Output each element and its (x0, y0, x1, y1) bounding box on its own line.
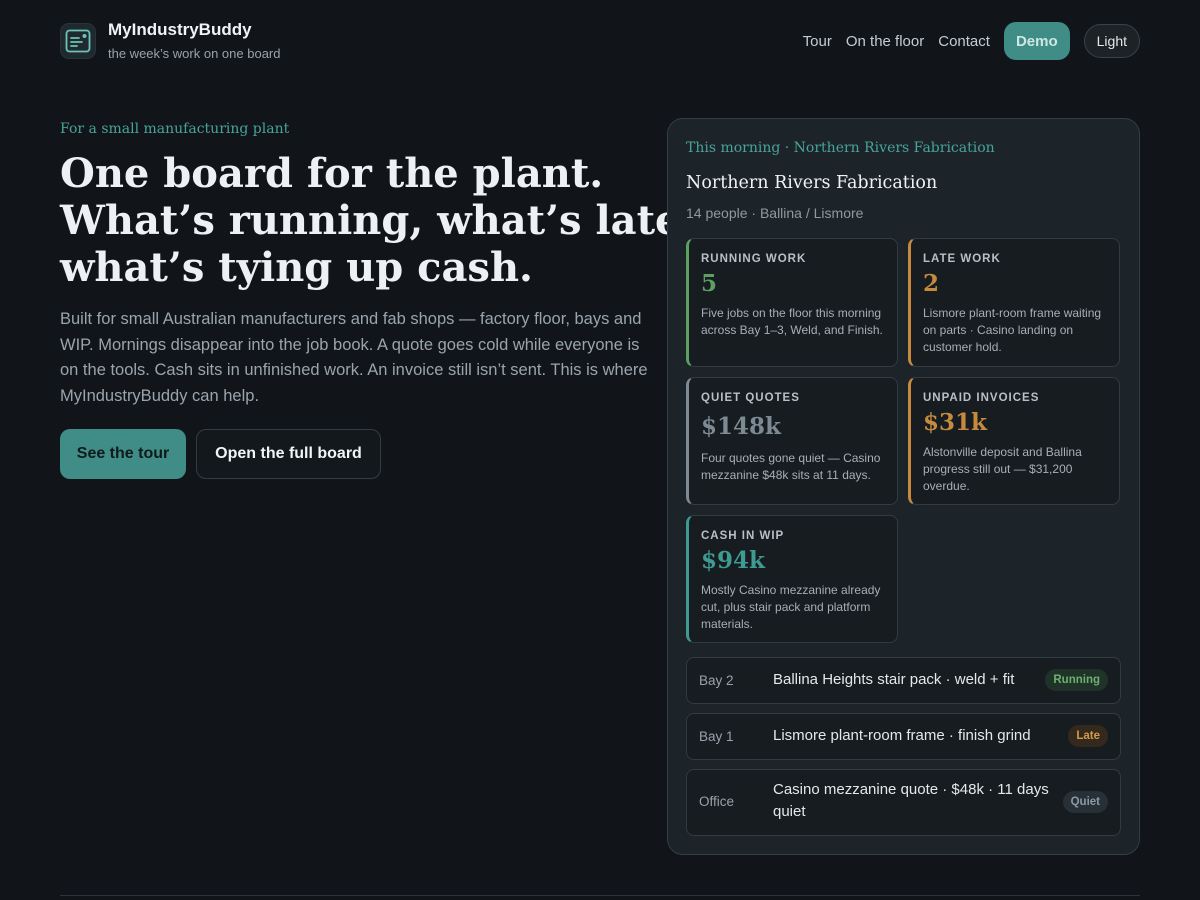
status-badge: Quiet (1062, 791, 1108, 813)
metric-card-running-work[interactable]: RUNNING WORK 5 Five jobs on the floor th… (686, 238, 898, 367)
open-board-button[interactable]: Open the full board (196, 429, 381, 479)
section-divider (60, 895, 1140, 896)
metric-card-cash-in-wip[interactable]: CASH IN WIP $94k Mostly Casino mezzanine… (686, 515, 898, 643)
nav-link-tour[interactable]: Tour (803, 33, 832, 50)
card-value: 2 (923, 270, 940, 297)
status-badge: Running (1045, 669, 1108, 691)
job-location: Bay 2 (699, 673, 734, 688)
nav-link-on-the-floor[interactable]: On the floor (846, 33, 924, 50)
job-description: Lismore plant-room frame · finish grind (773, 727, 1031, 744)
board-subtitle: 14 people · Ballina / Lismore (686, 205, 864, 221)
demo-button[interactable]: Demo (1003, 22, 1070, 60)
hero-headline: One board for the plant. What’s running,… (60, 150, 695, 291)
board-eyebrow: This morning · Northern Rivers Fabricati… (686, 140, 995, 156)
headline-line: What’s running, what’s late, (60, 197, 695, 244)
card-value: $31k (923, 409, 987, 436)
board-icon (65, 29, 91, 53)
brand-name[interactable]: MyIndustryBuddy (108, 20, 252, 40)
card-label: CASH IN WIP (701, 530, 785, 542)
logo[interactable] (60, 23, 96, 59)
board-preview-panel: This morning · Northern Rivers Fabricati… (667, 118, 1140, 855)
card-description: Four quotes gone quiet — Casino mezzanin… (701, 451, 881, 482)
card-description: Alstonville deposit and Ballina progress… (923, 445, 1082, 493)
job-description: Ballina Heights stair pack · weld + fit (773, 671, 1015, 688)
card-value: $94k (701, 547, 765, 574)
headline-line: what’s tying up cash. (60, 244, 533, 291)
job-description: Casino mezzanine quote · $48k · 11 days … (773, 781, 1049, 820)
card-label: QUIET QUOTES (701, 392, 800, 404)
theme-toggle-button[interactable]: Light (1083, 24, 1140, 58)
hero-description: Built for small Australian manufacturers… (60, 310, 648, 405)
job-location: Bay 1 (699, 729, 734, 744)
see-tour-button[interactable]: See the tour (60, 429, 186, 479)
status-badge: Late (1068, 725, 1108, 747)
card-value: 5 (701, 270, 718, 297)
headline-line: One board for the plant. (60, 150, 604, 197)
card-label: UNPAID INVOICES (923, 392, 1040, 404)
metric-card-quiet-quotes[interactable]: QUIET QUOTES $148k Four quotes gone quie… (686, 377, 898, 505)
card-description: Lismore plant-room frame waiting on part… (923, 306, 1102, 354)
card-label: LATE WORK (923, 253, 1001, 265)
card-value: $148k (701, 413, 781, 440)
job-row[interactable]: Bay 2 Ballina Heights stair pack · weld … (686, 657, 1121, 704)
site-header: MyIndustryBuddy the week’s work on one b… (60, 20, 1140, 61)
job-row[interactable]: Bay 1 Lismore plant-room frame · finish … (686, 713, 1121, 760)
job-location: Office (699, 794, 735, 809)
hero-eyebrow: For a small manufacturing plant (60, 121, 290, 137)
nav-link-contact[interactable]: Contact (938, 33, 990, 50)
main-nav: Tour On the floor Contact Demo Light (803, 22, 1140, 60)
metric-card-unpaid-invoices[interactable]: UNPAID INVOICES $31k Alstonville deposit… (908, 377, 1120, 505)
job-row[interactable]: Office Casino mezzanine quote · $48k · 1… (686, 769, 1121, 836)
metric-card-late-work[interactable]: LATE WORK 2 Lismore plant-room frame wai… (908, 238, 1120, 367)
board-title: Northern Rivers Fabrication (686, 173, 938, 193)
card-description: Five jobs on the floor this morning acro… (701, 306, 883, 337)
brand-tagline: the week’s work on one board (108, 46, 281, 61)
card-label: RUNNING WORK (701, 253, 807, 265)
card-description: Mostly Casino mezzanine already cut, plu… (701, 583, 881, 631)
